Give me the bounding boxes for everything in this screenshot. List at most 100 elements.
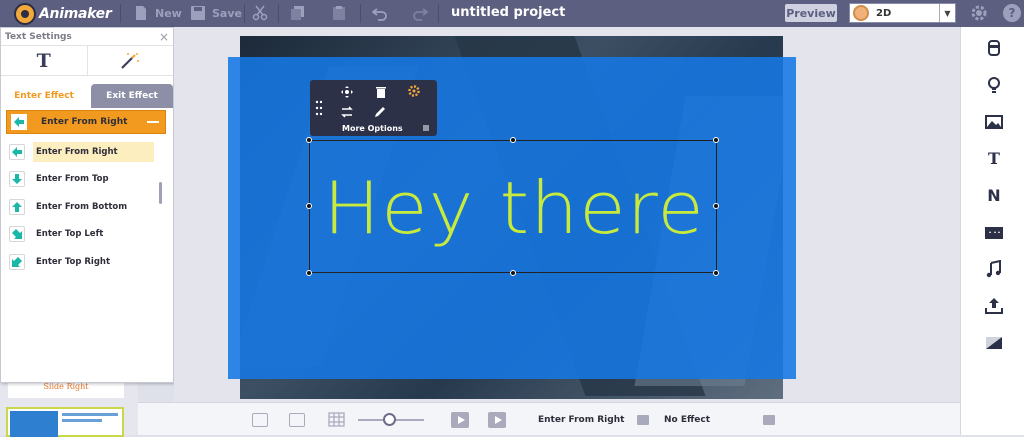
save-label: Save: [212, 6, 242, 20]
color-fill-icon[interactable]: [985, 334, 1003, 352]
selection-frame[interactable]: [309, 140, 717, 273]
divider: [244, 4, 245, 23]
props-bulb-icon[interactable]: [985, 76, 1003, 94]
redo-icon[interactable]: [412, 5, 428, 21]
swap-icon[interactable]: [341, 106, 353, 118]
play-enter-icon[interactable]: [637, 415, 649, 425]
effect-label: Enter Top Left: [36, 229, 104, 240]
divider: [360, 4, 361, 23]
effect-label: Enter From Right: [33, 141, 154, 162]
close-icon[interactable]: ×: [159, 30, 169, 44]
effect-list-scrollbar[interactable]: [159, 182, 162, 204]
effect-item-enter-top-right[interactable]: Enter Top Right: [6, 248, 156, 276]
background-scene-icon[interactable]: [985, 224, 1003, 242]
resize-handle[interactable]: [510, 270, 516, 276]
zoom-slider-knob[interactable]: [383, 413, 396, 426]
copy-icon[interactable]: [290, 5, 306, 21]
exit-effect-status[interactable]: No Effect: [664, 415, 710, 425]
new-label: New: [155, 6, 182, 20]
play-effect-button[interactable]: [451, 412, 469, 428]
effect-list: Enter From Right Enter From Top Enter Fr…: [6, 138, 156, 276]
arrow-down-icon: [9, 171, 25, 188]
save-button[interactable]: Save: [190, 5, 242, 21]
divider: [438, 4, 439, 23]
effect-label: Enter From Bottom: [36, 201, 128, 212]
edit-pencil-icon[interactable]: [374, 106, 386, 118]
effect-label: Enter From Top: [36, 174, 109, 185]
image-icon[interactable]: [985, 113, 1003, 131]
resize-handle[interactable]: [510, 137, 516, 143]
element-toolbar: More Options: [310, 80, 437, 136]
effect-item-enter-from-bottom[interactable]: Enter From Bottom: [6, 193, 156, 221]
slide-thumb-image: [10, 411, 58, 437]
play-scene-button[interactable]: [488, 412, 506, 428]
cut-icon[interactable]: [252, 5, 268, 21]
right-sidebar: T N: [960, 27, 1024, 435]
tab-enter-effect[interactable]: Enter Effect: [1, 84, 87, 108]
divider: [120, 4, 121, 23]
collapse-icon: [147, 121, 159, 123]
fullscreen-icon[interactable]: [289, 413, 305, 427]
effect-tabs: Enter Effect Exit Effect: [1, 80, 173, 108]
upload-icon[interactable]: [985, 297, 1003, 315]
panel-header: Text Settings ×: [1, 28, 173, 46]
slide-thumbnail[interactable]: [6, 407, 124, 437]
resize-handle[interactable]: [713, 203, 719, 209]
slide-thumb-line: [62, 419, 102, 422]
enter-effect-status[interactable]: Enter From Right: [538, 415, 624, 425]
character-avatar-icon: [853, 5, 869, 21]
help-button[interactable]: ?: [1003, 4, 1021, 22]
chevron-down-icon: ▼: [939, 4, 955, 22]
effect-dropdown[interactable]: Enter From Right: [6, 110, 166, 134]
text-icon: T: [36, 49, 51, 72]
resize-handle[interactable]: [306, 137, 312, 143]
resize-handle[interactable]: [306, 270, 312, 276]
new-file-icon: [136, 6, 146, 20]
bottom-bar: Enter From Right No Effect: [138, 402, 960, 435]
music-icon[interactable]: [985, 260, 1003, 278]
text-style-tab[interactable]: T: [1, 46, 87, 75]
resize-handle[interactable]: [306, 203, 312, 209]
mode-select[interactable]: 2D ▼: [849, 3, 956, 23]
settings-icon[interactable]: [408, 85, 420, 97]
save-icon: [191, 6, 205, 20]
top-bar: Animaker New Save untitled project Previ…: [0, 0, 1024, 27]
preview-button[interactable]: Preview: [785, 4, 837, 22]
toolbar-corner-icon: [423, 125, 429, 131]
arrow-left-icon: [9, 143, 25, 160]
tab-exit-effect[interactable]: Exit Effect: [91, 84, 173, 108]
selected-effect-label: Enter From Right: [41, 117, 128, 127]
project-title[interactable]: untitled project: [451, 5, 565, 20]
grid-icon[interactable]: [328, 412, 345, 427]
effect-item-enter-top-left[interactable]: Enter Top Left: [6, 221, 156, 249]
more-options-label[interactable]: More Options: [342, 124, 403, 133]
delete-icon[interactable]: [375, 86, 387, 98]
arrow-up-icon: [9, 198, 25, 215]
panel-icon-row: T: [1, 46, 173, 76]
slide-thumb-line: [62, 413, 118, 416]
logo-icon: [14, 3, 36, 25]
arrow-down-right-icon: [9, 226, 25, 243]
arrow-left-icon: [11, 114, 27, 130]
effect-label: Enter Top Right: [36, 256, 111, 267]
resize-handle[interactable]: [713, 137, 719, 143]
paste-icon[interactable]: [331, 5, 347, 21]
move-icon[interactable]: [341, 86, 353, 98]
character-icon[interactable]: [985, 39, 1003, 57]
new-button[interactable]: New: [133, 5, 182, 21]
magic-wand-icon: [121, 52, 140, 69]
fit-screen-icon[interactable]: [252, 413, 268, 427]
divider: [278, 4, 279, 23]
effects-tab[interactable]: [86, 46, 174, 75]
resize-handle[interactable]: [713, 270, 719, 276]
effect-item-enter-from-right[interactable]: Enter From Right: [6, 138, 156, 166]
app-logo[interactable]: Animaker: [14, 3, 112, 25]
gear-icon[interactable]: [970, 4, 988, 22]
undo-icon[interactable]: [372, 5, 388, 21]
text-icon[interactable]: T: [985, 149, 1003, 168]
arrow-down-left-icon: [9, 253, 25, 270]
numbers-icon[interactable]: N: [985, 186, 1003, 205]
drag-handle-icon[interactable]: [315, 100, 323, 116]
effect-item-enter-from-top[interactable]: Enter From Top: [6, 166, 156, 194]
play-exit-icon[interactable]: [763, 415, 775, 425]
